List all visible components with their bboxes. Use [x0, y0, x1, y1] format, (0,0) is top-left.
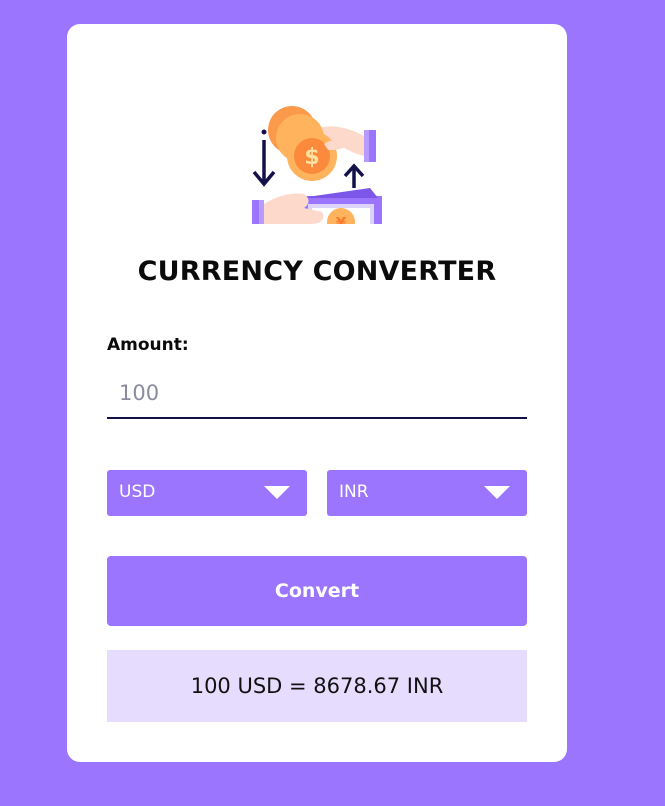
svg-text:¥: ¥	[336, 214, 347, 224]
money-exchange-icon: $ ¥	[252, 106, 382, 224]
page-title: CURRENCY CONVERTER	[137, 256, 497, 287]
to-currency-value: INR	[339, 482, 369, 502]
to-currency-select[interactable]: INR	[327, 470, 527, 516]
svg-text:$: $	[304, 145, 319, 170]
convert-button[interactable]: Convert	[107, 556, 527, 626]
amount-label: Amount:	[107, 335, 189, 355]
from-currency-value: USD	[119, 482, 156, 502]
converter-card: $ ¥ CURRENCY CONVERTER Amount: USD INR C…	[67, 24, 567, 762]
chevron-down-icon	[264, 486, 290, 499]
conversion-result: 100 USD = 8678.67 INR	[107, 650, 527, 722]
chevron-down-icon	[484, 486, 510, 499]
from-currency-select[interactable]: USD	[107, 470, 307, 516]
amount-input[interactable]	[107, 369, 527, 419]
